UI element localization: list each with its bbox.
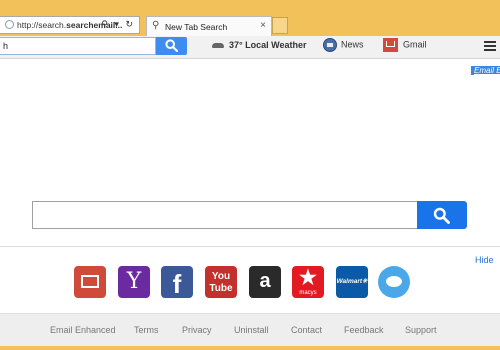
new-tab-button[interactable] (272, 17, 288, 34)
close-icon[interactable]: × (260, 20, 266, 31)
footer-link-email-enhanced[interactable]: Email Enhanced (50, 325, 116, 335)
facebook-shortcut-icon[interactable]: f (161, 266, 193, 299)
toolbar-search-input[interactable]: h (0, 37, 156, 55)
twitter-shortcut-icon[interactable] (378, 266, 410, 298)
globe-icon (5, 20, 14, 29)
youtube-shortcut-icon[interactable]: You Tube (205, 266, 237, 298)
footer: Email Enhanced Terms Privacy Uninstall C… (0, 313, 500, 347)
tab-new-tab-search[interactable]: ⚲ New Tab Search × (146, 16, 272, 36)
main-search-button[interactable] (417, 201, 467, 229)
tab-label: New Tab Search (165, 22, 228, 32)
footer-link-feedback[interactable]: Feedback (344, 325, 384, 335)
walmart-shortcut-icon[interactable]: Walmart✳ (336, 266, 368, 298)
toolbar-search-button[interactable] (156, 37, 187, 55)
weather-label: 37° Local Weather (229, 40, 307, 50)
search-icon (165, 39, 178, 52)
email-enhanced-link[interactable]: Email En (471, 66, 500, 75)
address-bar[interactable]: http://search.searchemail... ⚲ ▾ ↻ (0, 16, 140, 34)
footer-link-contact[interactable]: Contact (291, 325, 322, 335)
news-icon (323, 38, 337, 52)
footer-link-privacy[interactable]: Privacy (182, 325, 212, 335)
main-search-input[interactable] (32, 201, 418, 229)
gmail-icon (383, 38, 398, 52)
footer-link-support[interactable]: Support (405, 325, 437, 335)
amazon-shortcut-icon[interactable]: a (249, 266, 281, 298)
footer-link-uninstall[interactable]: Uninstall (234, 325, 269, 335)
news-button[interactable]: News (323, 38, 364, 52)
extension-toolbar: h 37° Local Weather News Gmail (0, 36, 500, 59)
browser-frame-bottom (0, 346, 500, 350)
gmail-shortcut-icon[interactable] (74, 266, 106, 298)
section-divider (0, 246, 500, 247)
gmail-button[interactable]: Gmail (383, 38, 427, 52)
news-label: News (341, 39, 364, 50)
hide-link[interactable]: Hide (475, 255, 494, 265)
search-icon (433, 207, 450, 224)
macys-shortcut-icon[interactable]: ★ macys (292, 266, 324, 298)
address-bar-controls[interactable]: ⚲ ▾ ↻ (101, 19, 135, 30)
yahoo-shortcut-icon[interactable]: Y (118, 266, 150, 298)
menu-icon[interactable] (484, 41, 496, 53)
weather-button[interactable]: 37° Local Weather (212, 40, 306, 50)
search-icon: ⚲ (152, 20, 160, 31)
gmail-label: Gmail (403, 39, 427, 50)
footer-link-terms[interactable]: Terms (134, 325, 159, 335)
cloud-icon (212, 43, 224, 49)
toolbar-search-value: h (3, 41, 9, 51)
